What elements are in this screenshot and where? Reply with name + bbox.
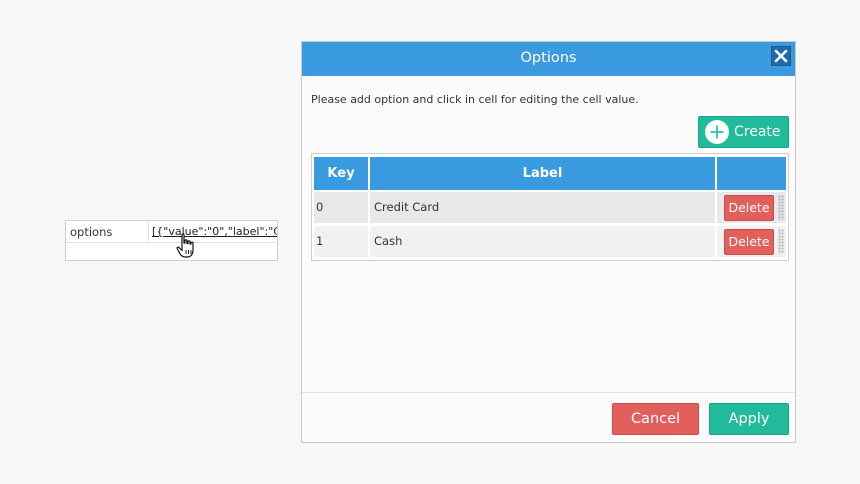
column-divider	[715, 226, 717, 257]
hand-pointer-icon	[176, 233, 194, 258]
create-button-label: Create	[734, 124, 781, 140]
create-button[interactable]: Create	[698, 116, 789, 148]
property-name: options	[70, 225, 113, 239]
cell-label[interactable]: Credit Card	[372, 192, 717, 223]
drag-handle-icon[interactable]	[778, 195, 784, 220]
table-row: 0 Credit Card Delete	[314, 192, 786, 223]
dialog-header: Options	[302, 42, 795, 76]
apply-button[interactable]: Apply	[709, 403, 789, 435]
cancel-button[interactable]: Cancel	[612, 403, 699, 435]
dialog-footer: Cancel Apply	[302, 392, 795, 443]
cell-label[interactable]: Cash	[372, 226, 717, 257]
column-divider	[368, 192, 370, 223]
delete-button[interactable]: Delete	[724, 229, 774, 255]
plus-circle-icon	[705, 120, 729, 144]
property-divider	[148, 221, 149, 243]
delete-button[interactable]: Delete	[724, 195, 774, 221]
close-icon	[774, 49, 788, 63]
column-header-label[interactable]: Label	[370, 157, 715, 190]
cell-key[interactable]: 0	[316, 192, 368, 223]
column-divider	[715, 192, 717, 223]
property-value-link[interactable]: [{"value":"0","label":"Credit Card"},{"v…	[152, 225, 277, 238]
cell-key[interactable]: 1	[316, 226, 368, 257]
options-table: Key Label 0 Credit Card Delete 1 Cash De…	[311, 153, 789, 261]
options-dialog: Options Please add option and click in c…	[301, 41, 796, 443]
instructions-text: Please add option and click in cell for …	[311, 93, 639, 106]
column-header-actions	[717, 157, 786, 190]
property-row-options: options [{"value":"0","label":"Credit Ca…	[66, 221, 277, 243]
close-button[interactable]	[771, 46, 791, 66]
dialog-title: Options	[520, 50, 577, 66]
property-grid: options [{"value":"0","label":"Credit Ca…	[65, 220, 278, 261]
column-header-key[interactable]: Key	[314, 157, 368, 190]
drag-handle-icon[interactable]	[778, 229, 784, 254]
table-row: 1 Cash Delete	[314, 226, 786, 257]
column-divider	[368, 226, 370, 257]
